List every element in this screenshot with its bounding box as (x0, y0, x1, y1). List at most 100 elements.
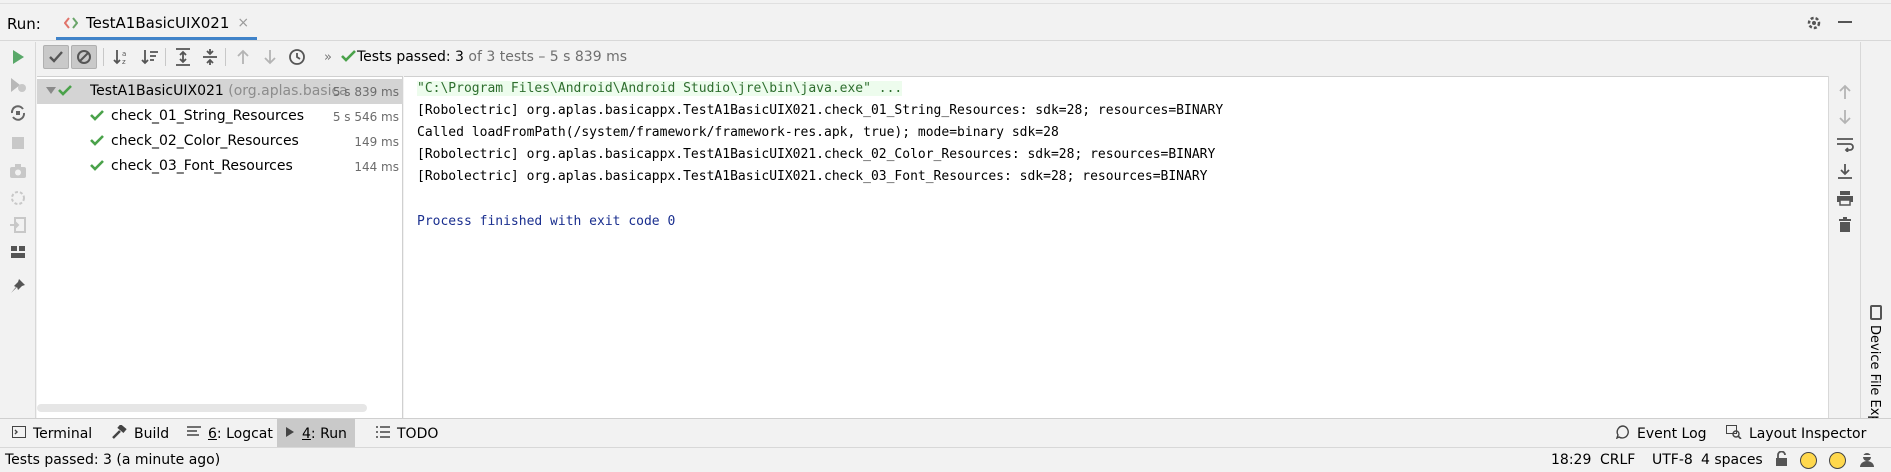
restore-layout-icon (8, 188, 28, 208)
left-toolbar (0, 42, 36, 418)
test-name: check_03_Font_Resources (111, 158, 293, 174)
console-line: [Robolectric] org.aplas.basicappx.TestA1… (417, 169, 1208, 184)
minimize-icon[interactable] (1838, 21, 1852, 23)
tab-terminal[interactable]: Terminal (4, 419, 100, 448)
tab-logcat[interactable]: 6: Logcat (179, 419, 281, 448)
happy-face-icon[interactable] (1800, 452, 1817, 469)
next-failed-icon (257, 45, 283, 69)
status-count: 3 (455, 49, 464, 65)
toolbar-separator (103, 48, 104, 66)
tab-logcat-label: : Logcat (216, 425, 273, 442)
toolbar-separator (225, 48, 226, 66)
tree-test-row[interactable]: check_02_Color_Resources 149 ms (37, 129, 403, 154)
tab-run-label: : Run (310, 425, 347, 442)
todo-list-icon (376, 425, 390, 442)
tab-run[interactable]: 4: Run (277, 419, 355, 448)
scroll-down-icon (1835, 107, 1855, 127)
layout-icon[interactable] (8, 242, 28, 262)
tab-terminal-label: Terminal (33, 425, 93, 442)
terminal-icon (12, 425, 26, 442)
test-status-text: Tests passed: 3 of 3 tests – 5 s 839 ms (357, 49, 627, 65)
tab-build-label: Build (134, 425, 170, 442)
rerun-failed-icon (8, 75, 28, 95)
previous-failed-icon (230, 45, 256, 69)
process-finished-line: Process finished with exit code 0 (417, 214, 676, 229)
lock-icon[interactable] (1775, 450, 1788, 471)
sort-alphabetically-icon[interactable]: az (109, 45, 135, 69)
expand-all-icon[interactable] (170, 45, 196, 69)
rerun-icon[interactable] (8, 47, 28, 67)
more-actions-icon[interactable]: » (315, 45, 341, 69)
status-suffix: of 3 tests – 5 s 839 ms (463, 49, 628, 65)
event-log-icon (1615, 424, 1630, 443)
bottom-tool-tabs: Terminal Build 6: Logcat 4: Run TODO Eve… (0, 418, 1891, 448)
console-line: [Robolectric] org.aplas.basicappx.TestA1… (417, 103, 1224, 118)
root-duration: 5 s 839 ms (332, 85, 399, 99)
passed-check-icon (341, 49, 356, 67)
test-config-icon (63, 16, 79, 30)
test-duration: 149 ms (354, 135, 399, 149)
tree-horizontal-scrollbar[interactable] (37, 404, 367, 412)
run-config-tab[interactable]: TestA1BasicUIX021 × (56, 8, 258, 40)
close-tab-icon[interactable]: × (237, 15, 249, 31)
svg-text:a: a (122, 50, 126, 58)
root-package-name: (org.aplas.basica (223, 83, 348, 99)
show-passed-toggle[interactable] (43, 45, 69, 69)
run-label: Run: (7, 15, 41, 33)
hammer-icon (111, 423, 127, 443)
tab-layout-inspector-label: Layout Inspector (1749, 425, 1867, 442)
file-encoding[interactable]: UTF-8 (1652, 452, 1693, 468)
status-message[interactable]: Tests passed: 3 (a minute ago) (5, 452, 220, 468)
toggle-auto-test-icon[interactable] (8, 103, 28, 123)
line-separator[interactable]: CRLF (1600, 452, 1635, 468)
tab-event-log-label: Event Log (1637, 425, 1707, 442)
test-duration: 5 s 546 ms (332, 110, 399, 124)
status-prefix: Tests passed: (357, 49, 456, 65)
inspector-icon[interactable] (1858, 451, 1876, 472)
console-line: [Robolectric] org.aplas.basicappx.TestA1… (417, 147, 1216, 162)
import-icon (8, 215, 28, 235)
soft-wrap-icon[interactable] (1835, 134, 1855, 154)
tab-todo[interactable]: TODO (368, 419, 446, 448)
tree-root-label: TestA1BasicUIX021 (org.aplas.basica (90, 83, 363, 99)
tree-root-row[interactable]: TestA1BasicUIX021 (org.aplas.basica 5 s … (37, 79, 403, 104)
caret-position[interactable]: 18:29 (1551, 452, 1591, 468)
pin-icon[interactable] (8, 276, 28, 296)
show-ignored-toggle[interactable] (71, 45, 97, 69)
test-toolbar: az » Tests passed: 3 of 3 tests – 5 s 83… (37, 42, 1891, 72)
collapse-all-icon[interactable] (197, 45, 223, 69)
test-history-icon[interactable] (284, 45, 310, 69)
scroll-to-end-icon[interactable] (1835, 161, 1855, 181)
tab-todo-label: TODO (397, 425, 439, 442)
tab-event-log[interactable]: Event Log (1608, 419, 1715, 448)
root-class-name: TestA1BasicUIX021 (90, 83, 224, 99)
stop-icon (8, 133, 28, 153)
status-bar: Tests passed: 3 (a minute ago) 18:29 CRL… (0, 447, 1891, 472)
sort-by-duration-icon[interactable] (137, 45, 163, 69)
run-tab-label: TestA1BasicUIX021 (86, 13, 230, 32)
side-tool-strip: Device File Explorer (1860, 42, 1891, 454)
console-output[interactable]: "C:\Program Files\Android\Android Studio… (404, 76, 1828, 418)
camera-icon (8, 161, 28, 181)
passed-check-icon (58, 84, 72, 98)
test-tree: TestA1BasicUIX021 (org.aplas.basica 5 s … (37, 76, 403, 418)
test-duration: 144 ms (354, 160, 399, 174)
gear-icon[interactable] (1805, 14, 1823, 36)
sad-face-icon[interactable] (1829, 452, 1846, 469)
console-command-line: "C:\Program Files\Android\Android Studio… (417, 81, 903, 96)
tab-build[interactable]: Build (103, 419, 177, 448)
tab-layout-inspector[interactable]: Layout Inspector (1718, 419, 1874, 448)
console-line: Called loadFromPath(/system/framework/fr… (417, 125, 1059, 140)
run-header: Run: TestA1BasicUIX021 × (0, 4, 1891, 41)
console-toolbar (1828, 76, 1860, 418)
expand-arrow-icon[interactable] (46, 87, 56, 94)
indent-setting[interactable]: 4 spaces (1701, 452, 1763, 468)
tree-test-row[interactable]: check_03_Font_Resources 144 ms (37, 154, 403, 179)
scroll-up-icon (1835, 82, 1855, 102)
tree-test-row[interactable]: check_01_String_Resources 5 s 546 ms (37, 104, 403, 129)
print-icon[interactable] (1835, 188, 1855, 208)
clear-all-icon[interactable] (1835, 215, 1855, 235)
svg-text:z: z (122, 58, 126, 66)
layout-inspector-icon (1726, 424, 1742, 443)
passed-check-icon (90, 134, 104, 148)
